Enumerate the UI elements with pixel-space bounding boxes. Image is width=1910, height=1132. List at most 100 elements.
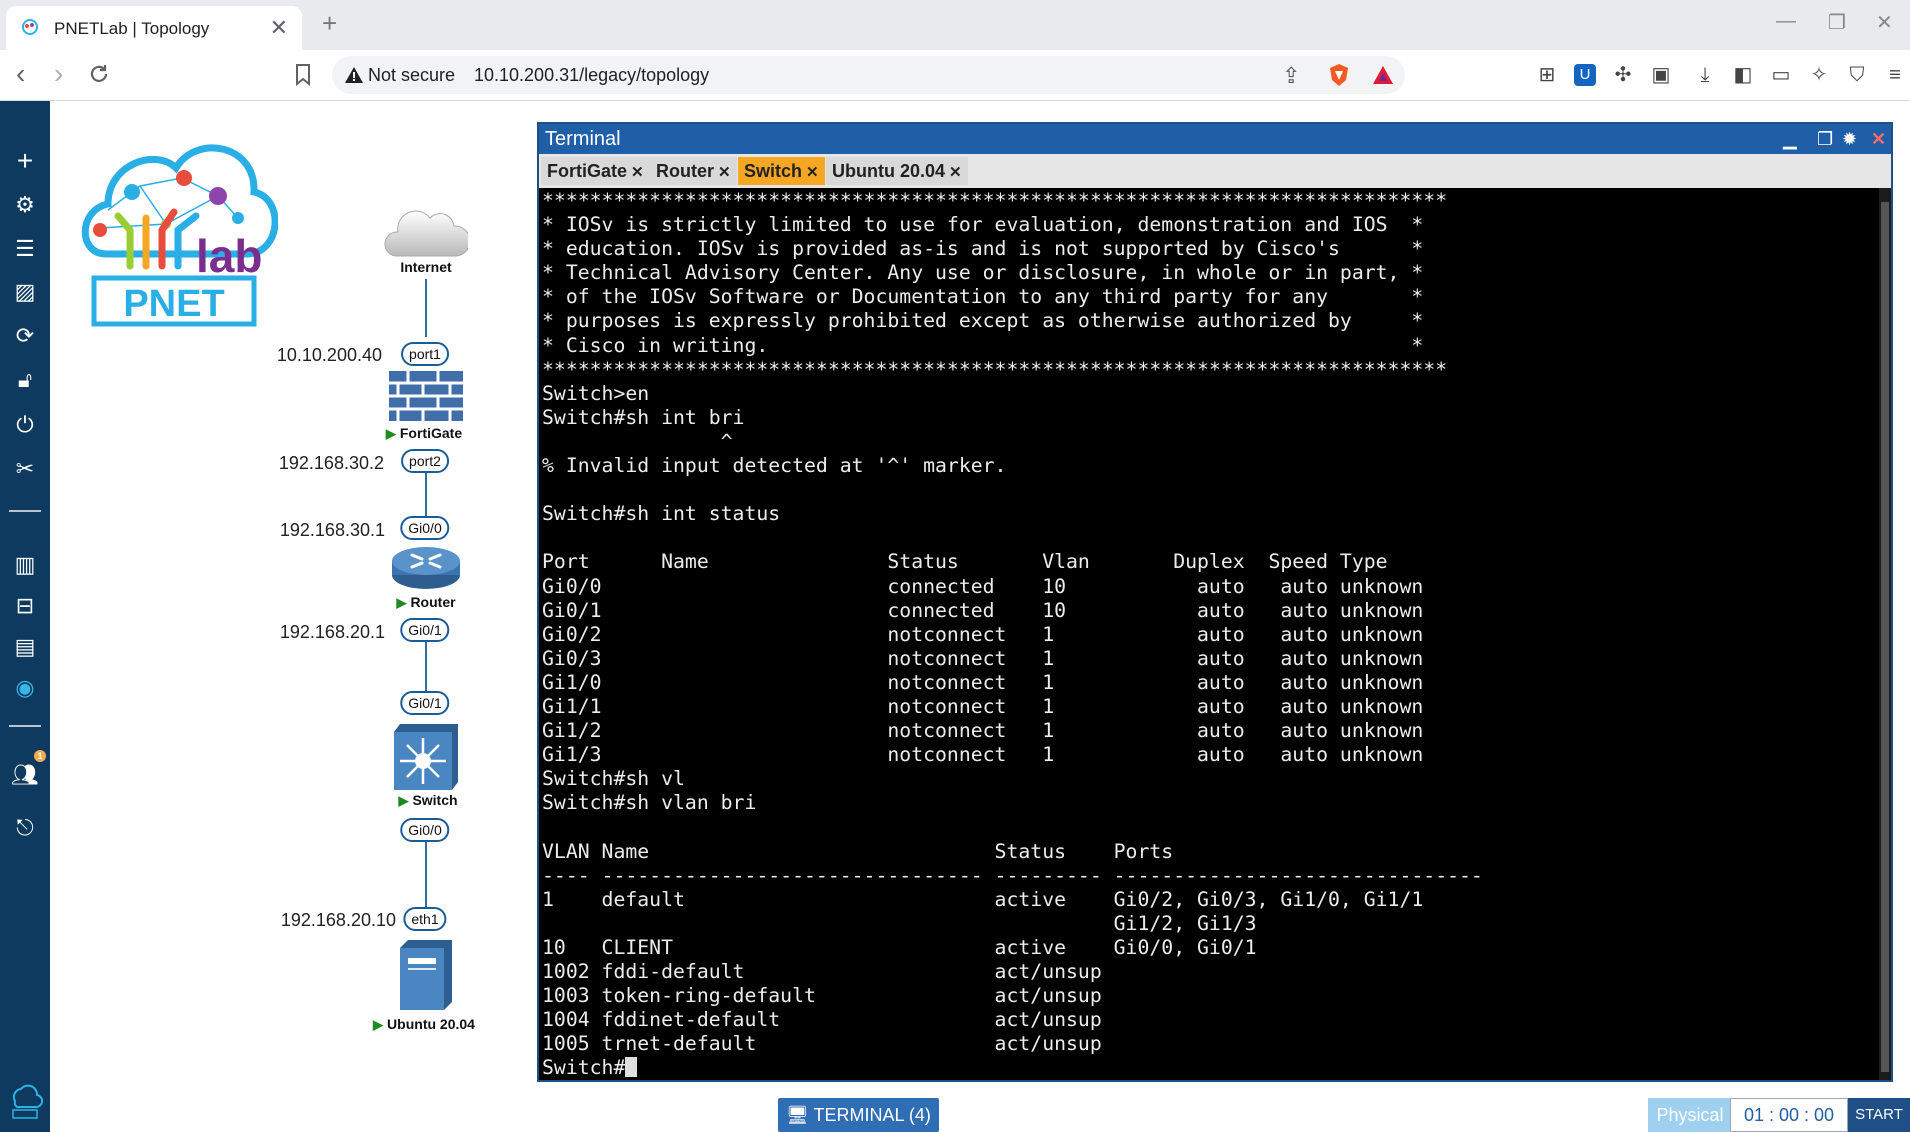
start-button[interactable]: START [1848, 1098, 1910, 1132]
close-tab-icon[interactable]: ✕ [949, 164, 962, 181]
terminal-title: Terminal [545, 128, 621, 150]
node-label-switch[interactable]: ▶ Switch [398, 792, 457, 809]
terminal-tabs: FortiGate ✕ Router ✕ Switch ✕ Ubuntu 20.04 ✕ [539, 154, 1891, 186]
port-label: eth1 [403, 907, 447, 931]
router-icon[interactable] [390, 543, 462, 593]
node-label-ubuntu[interactable]: ▶ Ubuntu 20.04 [373, 1016, 475, 1033]
leo-ai-icon[interactable]: ✧ [1808, 64, 1830, 86]
brave-rewards-icon[interactable] [1372, 64, 1394, 86]
new-tab-button[interactable]: + [322, 8, 337, 39]
physical-mode-button[interactable]: Physical [1648, 1098, 1732, 1132]
tools-icon[interactable]: ✂ [10, 454, 40, 484]
minimize-window-icon[interactable]: — [1776, 10, 1796, 33]
bitwarden-icon[interactable]: U [1574, 64, 1596, 86]
tab-fortigate[interactable]: FortiGate ✕ [541, 157, 650, 185]
pnetlab-favicon-icon [22, 19, 38, 35]
node-label-fortigate[interactable]: ▶ FortiGate [386, 425, 462, 442]
users-badge: 1 [34, 750, 46, 762]
firewall-icon[interactable] [388, 370, 464, 422]
wallet-icon[interactable]: ▭ [1770, 64, 1792, 86]
ip-label: 10.10.200.40 [276, 345, 382, 365]
running-indicator-icon: ▶ [385, 426, 396, 441]
node-label-router[interactable]: ▶ Router [396, 594, 455, 611]
ip-label: 192.168.30.2 [278, 453, 384, 473]
terminal-output-text: ****************************************… [542, 189, 1483, 1080]
reload-icon[interactable] [88, 63, 110, 85]
browser-tab[interactable]: PNETLab | Topology ✕ [6, 6, 302, 50]
tab-router[interactable]: Router ✕ [650, 157, 737, 185]
ip-label: 192.168.20.10 [280, 910, 396, 930]
qr-code-icon[interactable]: ⊞ [1536, 64, 1558, 86]
terminal-output[interactable]: ****************************************… [542, 189, 1483, 1080]
node-list-icon[interactable]: ☰ [10, 234, 40, 264]
internet-cloud-icon[interactable] [384, 206, 468, 260]
status-chart-icon[interactable]: ▥ [10, 550, 40, 580]
restore-terminal-icon[interactable]: ❐ [1817, 124, 1833, 154]
close-tab-icon[interactable]: ✕ [718, 164, 731, 181]
toggle-icon[interactable]: ◉ [10, 673, 40, 703]
close-terminal-icon[interactable]: ✕ [1871, 124, 1886, 154]
close-tab-icon[interactable]: ✕ [806, 164, 819, 181]
monitor-icon: 🖥︎ [786, 1105, 809, 1125]
security-status[interactable]: Not secure [368, 65, 455, 86]
url-text[interactable]: 10.10.200.31/legacy/topology [474, 65, 709, 86]
browser-tab-bar: PNETLab | Topology ✕ + — ❐ ✕ [0, 0, 1910, 50]
address-bar[interactable]: Not secure 10.10.200.31/legacy/topology … [332, 56, 1405, 94]
power-icon[interactable]: ⏻ [10, 410, 40, 440]
picture-icon[interactable]: ▨ [10, 277, 40, 307]
notes-icon[interactable]: ▤ [10, 632, 40, 662]
reader-mode-icon[interactable]: ▣ [1650, 64, 1672, 86]
tab-ubuntu[interactable]: Ubuntu 20.04 ✕ [826, 157, 968, 185]
port-label: Gi0/1 [400, 691, 450, 715]
scrollbar-thumb[interactable] [1881, 202, 1889, 1072]
settings-gears-icon[interactable]: ⚙ [10, 190, 40, 220]
node-label-internet[interactable]: Internet [400, 259, 451, 275]
terminal-window[interactable]: Terminal ▁ ❐ ✹ ✕ FortiGate ✕ Router ✕ Swit… [537, 122, 1893, 1082]
running-indicator-icon: ▶ [396, 595, 407, 610]
svg-text:PNET: PNET [123, 283, 224, 325]
port-label: port2 [401, 449, 449, 473]
refresh-icon[interactable]: ⟳ [10, 321, 40, 351]
back-icon[interactable]: ‹ [16, 58, 25, 90]
extensions-icon[interactable]: ✣ [1612, 64, 1634, 86]
close-tab-icon[interactable]: ✕ [270, 15, 288, 41]
restore-window-icon[interactable]: ❐ [1828, 10, 1846, 35]
add-node-icon[interactable]: + [10, 146, 40, 176]
terminal-scrollbar[interactable] [1879, 188, 1891, 1080]
download-icon[interactable]: ⤓ [1694, 64, 1716, 86]
sidebar-divider [9, 725, 41, 727]
terminal-count-button[interactable]: 🖥︎ TERMINAL (4) [778, 1098, 939, 1132]
lock-icon[interactable]: 🔓︎ [10, 365, 40, 395]
vpn-shield-icon[interactable]: ⛉ [1846, 64, 1868, 86]
users-icon[interactable]: 👥︎ [10, 760, 40, 790]
browser-tab-title: PNETLab | Topology [54, 19, 210, 38]
tab-switch[interactable]: Switch ✕ [738, 157, 825, 185]
gear-icon[interactable]: ✹ [1842, 124, 1857, 154]
link-internet-fortigate [425, 279, 427, 337]
logout-icon[interactable]: ⎋ [10, 813, 40, 843]
running-indicator-icon: ▶ [373, 1017, 384, 1032]
server-icon[interactable] [398, 938, 454, 1012]
port-label: Gi0/0 [400, 516, 450, 540]
bookmark-icon[interactable] [294, 63, 312, 87]
terminal-screen[interactable]: ****************************************… [539, 188, 1891, 1080]
sidebar-toggle-icon[interactable]: ◧ [1732, 64, 1754, 86]
port-label: Gi0/0 [400, 818, 450, 842]
map-icon[interactable]: ⊟ [10, 591, 40, 621]
terminal-cursor [625, 1057, 638, 1078]
pnetlab-small-logo-icon [12, 1084, 43, 1119]
close-tab-icon[interactable]: ✕ [631, 164, 644, 181]
share-icon[interactable]: ⇪ [1282, 63, 1300, 89]
close-window-icon[interactable]: ✕ [1876, 10, 1893, 35]
lab-timer: 01 : 00 : 00 [1730, 1098, 1848, 1132]
brave-shield-icon[interactable] [1328, 63, 1350, 87]
forward-icon[interactable]: › [54, 58, 63, 90]
running-indicator-icon: ▶ [398, 793, 409, 808]
minimize-terminal-icon[interactable]: ▁ [1783, 124, 1797, 154]
switch-icon[interactable] [392, 722, 460, 792]
terminal-title-bar[interactable]: Terminal ▁ ❐ ✹ ✕ [539, 124, 1891, 154]
ip-label: 192.168.30.1 [279, 520, 385, 540]
warning-icon [345, 67, 363, 83]
ip-label: 192.168.20.1 [279, 622, 385, 642]
menu-icon[interactable]: ≡ [1884, 64, 1906, 86]
